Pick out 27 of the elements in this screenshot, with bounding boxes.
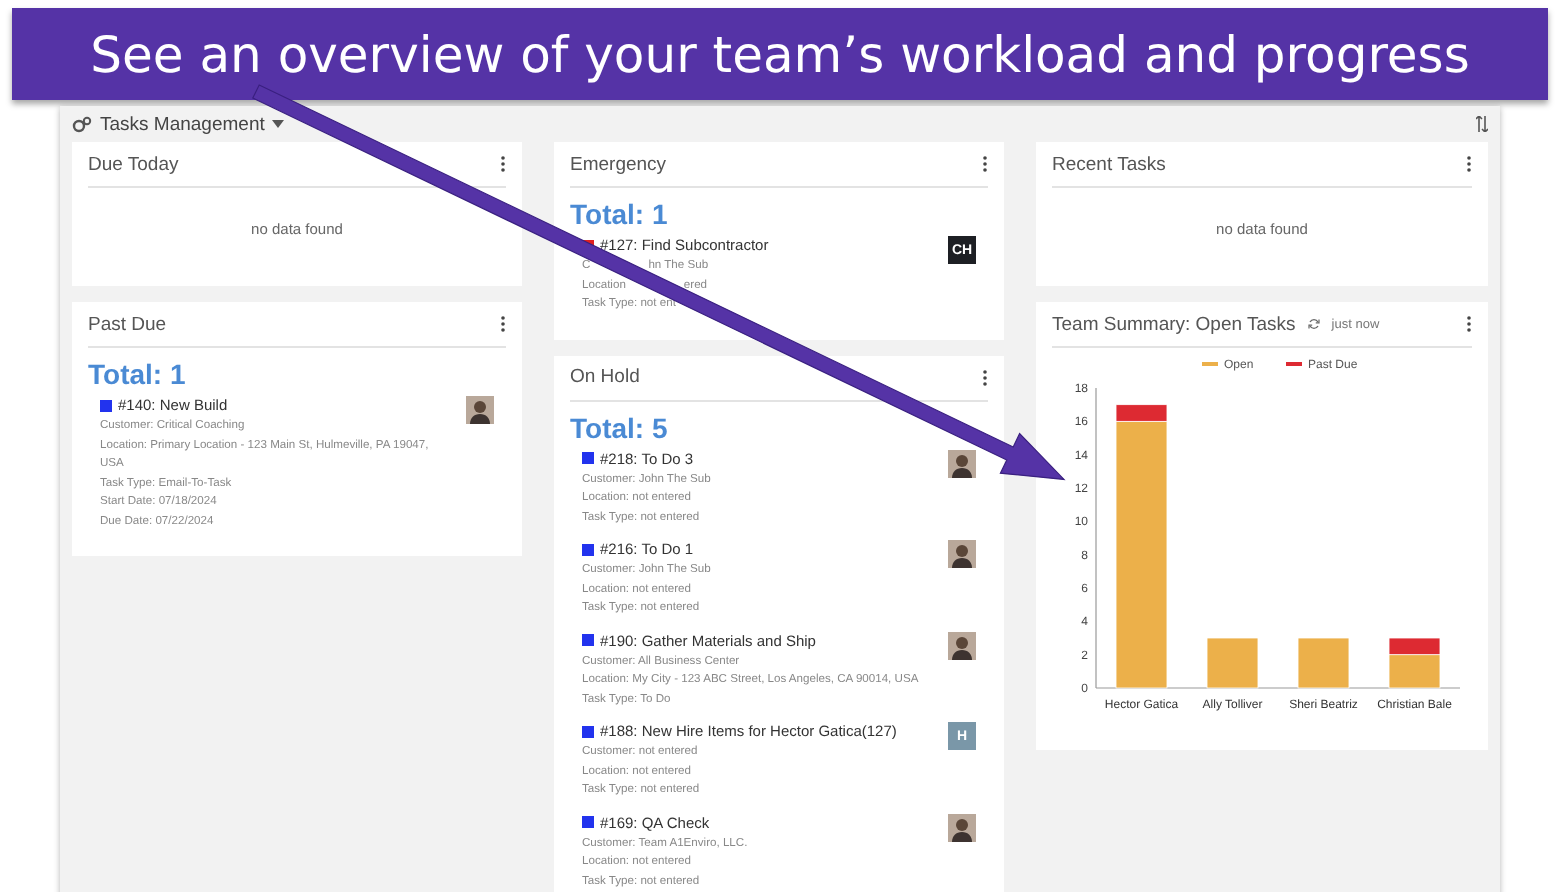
bar [1206,637,1259,689]
more-options-icon[interactable] [982,369,988,385]
avatar-icon [948,631,976,659]
more-options-icon[interactable] [982,156,988,172]
refresh-icon[interactable] [1307,318,1320,330]
total-count: Total: 1 [88,358,188,390]
widget-title: Past Due [88,313,167,335]
total-count: Total: 5 [570,411,670,443]
widget-title: On Hold [570,366,640,388]
more-options-icon[interactable] [500,316,506,332]
caret-icon[interactable] [272,120,285,128]
more-options-icon[interactable] [500,156,506,172]
widget-title: Due Today [88,153,179,175]
banner-title: See an overview of your team’s workload and progress [90,25,1470,83]
dashboard-title[interactable]: Tasks Management [100,113,265,135]
avatar-icon [948,540,976,568]
total-count: Total: 1 [570,198,670,230]
avatar-icon [948,813,976,841]
avatar-icon [466,396,494,424]
avatar-icon [948,449,976,477]
more-options-icon[interactable] [1466,316,1472,332]
widget-title: Team Summary: Open Tasks [1052,313,1296,335]
bar [1297,637,1350,689]
more-options-icon[interactable] [1466,156,1472,172]
sort-icon[interactable] [1476,116,1488,132]
widget-title: Recent Tasks [1052,153,1166,175]
widget-title: Emergency [570,153,667,175]
